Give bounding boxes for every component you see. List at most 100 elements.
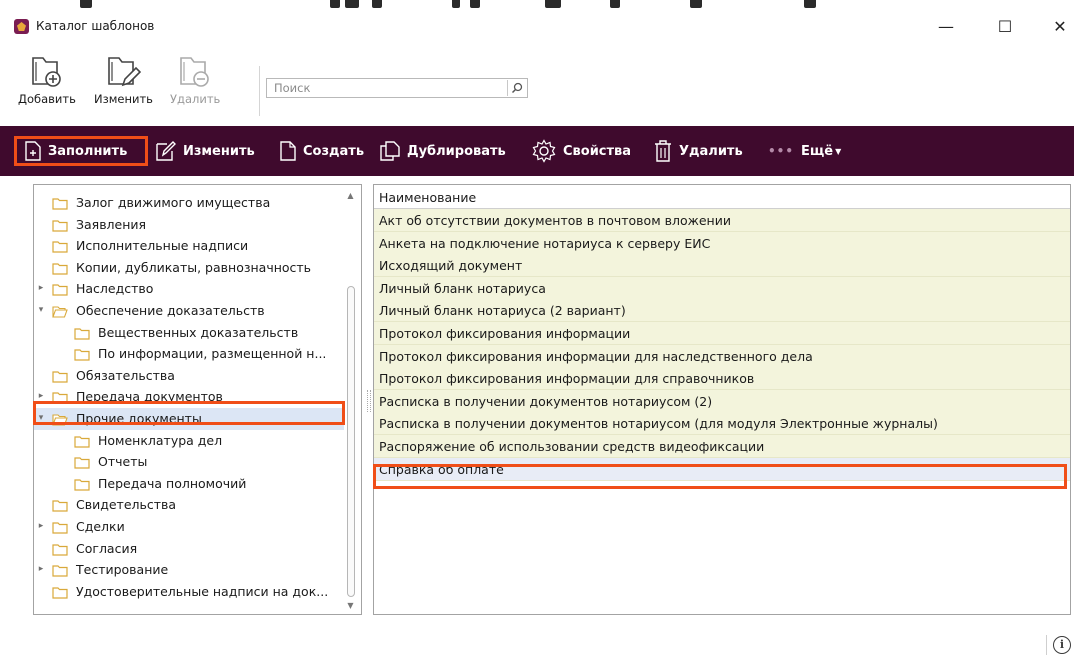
folder-icon [52, 198, 68, 210]
folder-icon [74, 349, 90, 361]
fill-action-label: Заполнить [48, 143, 128, 159]
expand-arrow-icon[interactable]: ▸ [36, 391, 46, 401]
list-item[interactable]: Расписка в получении документов нотариус… [374, 389, 1070, 413]
tree-item[interactable]: Свидетельства [34, 494, 344, 516]
add-button[interactable]: Добавить [18, 52, 76, 106]
trash-icon [654, 140, 672, 162]
folder-icon [52, 543, 68, 556]
scroll-thumb[interactable] [347, 286, 355, 597]
tree-item-label: Вещественных доказательств [98, 324, 299, 340]
list-item[interactable]: Распоряжение об использовании средств ви… [374, 435, 1070, 458]
properties-action-label: Свойства [563, 143, 632, 159]
duplicate-icon [380, 141, 400, 161]
tree-item[interactable]: Вещественных доказательств [34, 322, 344, 344]
collapse-arrow-icon[interactable]: ▾ [36, 305, 46, 315]
list-item[interactable]: Акт об отсутствии документов в почтовом … [374, 209, 1070, 232]
column-header-name[interactable]: Наименование [374, 185, 1070, 209]
expand-arrow-icon[interactable]: ▸ [36, 521, 46, 531]
tree-item-label: Отчеты [98, 454, 148, 470]
folder-icon [52, 522, 68, 534]
fill-document-icon [25, 141, 41, 161]
tree-item[interactable]: Залог движимого имущества [34, 192, 344, 214]
add-folder-icon [32, 57, 61, 87]
more-dots-icon: ••• [768, 144, 795, 158]
search-input[interactable] [267, 79, 507, 97]
list-item[interactable]: Расписка в получении документов нотариус… [374, 412, 1070, 436]
delete-action-label: Удалить [679, 143, 743, 159]
list-item[interactable]: Личный бланк нотариуса [374, 276, 1070, 300]
gear-icon [532, 139, 556, 163]
tree-item[interactable]: ▸ Наследство [34, 278, 344, 300]
tree-item[interactable]: ▸ Тестирование [34, 559, 344, 581]
tree-item[interactable]: ▾ Обеспечение доказательств [34, 300, 344, 322]
maximize-button[interactable]: ☐ [983, 12, 1027, 40]
list-item[interactable]: Протокол фиксирования информации [374, 322, 1070, 345]
tree-item-label: Согласия [76, 540, 138, 556]
tree-item[interactable]: Номенклатура дел [34, 430, 344, 452]
folder-icon [74, 435, 90, 448]
folder-open-icon [52, 306, 68, 318]
edit-action-button[interactable]: Изменить [156, 136, 255, 166]
expand-arrow-icon[interactable]: ▸ [36, 283, 46, 293]
tree-item[interactable]: Заявления [34, 214, 344, 236]
tree-item-label: Обеспечение доказательств [76, 303, 265, 318]
scroll-up-icon[interactable]: ▲ [346, 191, 355, 200]
tree-item-label: Тестирование [76, 562, 169, 578]
tree-item-label: По информации, размещенной н... [98, 346, 327, 362]
tree-item[interactable]: Копии, дубликаты, равнозначность [34, 257, 344, 279]
tree-item-label: Копии, дубликаты, равнозначность [76, 259, 312, 275]
list-item[interactable]: Протокол фиксирования информации для спр… [374, 367, 1070, 391]
template-list[interactable]: Наименование Акт об отсутствии документо… [373, 184, 1071, 615]
tree-item[interactable]: ▸ Сделки [34, 516, 344, 538]
folder-icon [74, 457, 90, 469]
tree-item[interactable]: Удостоверительные надписи на док... [34, 581, 344, 603]
info-icon[interactable]: i [1053, 636, 1071, 654]
window-title: Каталог шаблонов [36, 19, 155, 33]
tree-item[interactable]: Исполнительные надписи [34, 235, 344, 257]
tree-item[interactable]: Передача полномочий [34, 473, 344, 495]
expand-arrow-icon[interactable]: ▸ [36, 564, 46, 574]
list-item[interactable]: Личный бланк нотариуса (2 вариант) [374, 299, 1070, 323]
folder-icon [52, 565, 68, 577]
scroll-down-icon[interactable]: ▼ [346, 601, 355, 610]
more-action-label: Ещё [801, 143, 834, 159]
tree-item[interactable]: По информации, размещенной н... [34, 343, 344, 365]
tree-item-label: Исполнительные надписи [76, 238, 249, 254]
app-logo-icon [14, 19, 29, 34]
duplicate-action-button[interactable]: Дублировать [380, 136, 506, 166]
fill-action-button[interactable]: Заполнить [14, 136, 148, 166]
search-box[interactable] [266, 78, 528, 98]
tree-item[interactable]: Отчеты [34, 451, 344, 473]
create-action-label: Создать [303, 143, 365, 159]
properties-action-button[interactable]: Свойства [532, 136, 631, 166]
panel-splitter[interactable] [367, 390, 371, 412]
close-button[interactable]: ✕ [1038, 12, 1074, 40]
tree-item[interactable]: Согласия [34, 538, 344, 560]
edit-button[interactable]: Изменить [94, 52, 153, 106]
tree-scrollbar[interactable]: ▲ ▼ [343, 188, 358, 613]
list-item[interactable]: Исходящий документ [374, 254, 1070, 278]
edit-folder-icon [108, 57, 142, 87]
category-tree[interactable]: Залог движимого имущества Заявления Исполн… [33, 184, 362, 615]
minimize-button[interactable]: — [924, 12, 968, 40]
edit-action-label: Изменить [183, 143, 255, 159]
create-action-button[interactable]: Создать [280, 136, 364, 166]
folder-icon [52, 219, 68, 232]
delete-action-button[interactable]: Удалить [654, 136, 743, 166]
folder-icon [74, 479, 90, 491]
chevron-down-icon: ▼ [835, 146, 842, 156]
delete-button-label: Удалить [170, 92, 221, 106]
folder-icon [52, 587, 68, 599]
edit-pencil-icon [156, 141, 176, 161]
tree-item[interactable]: Обязательства [34, 365, 344, 387]
more-action-button[interactable]: ••• Ещё ▼ [768, 136, 841, 166]
list-item[interactable]: Анкета на подключение нотариуса к сервер… [374, 231, 1070, 255]
tree-item-label: Свидетельства [76, 497, 177, 513]
status-divider [1046, 635, 1047, 655]
list-item[interactable]: Протокол фиксирования информации для нас… [374, 344, 1070, 368]
delete-button[interactable]: Удалить [170, 52, 220, 106]
search-icon[interactable] [507, 80, 525, 96]
tree-item-label: Номенклатура дел [98, 432, 223, 448]
tree-selection-highlight [33, 401, 345, 425]
tree-item-label: Сделки [76, 519, 125, 534]
